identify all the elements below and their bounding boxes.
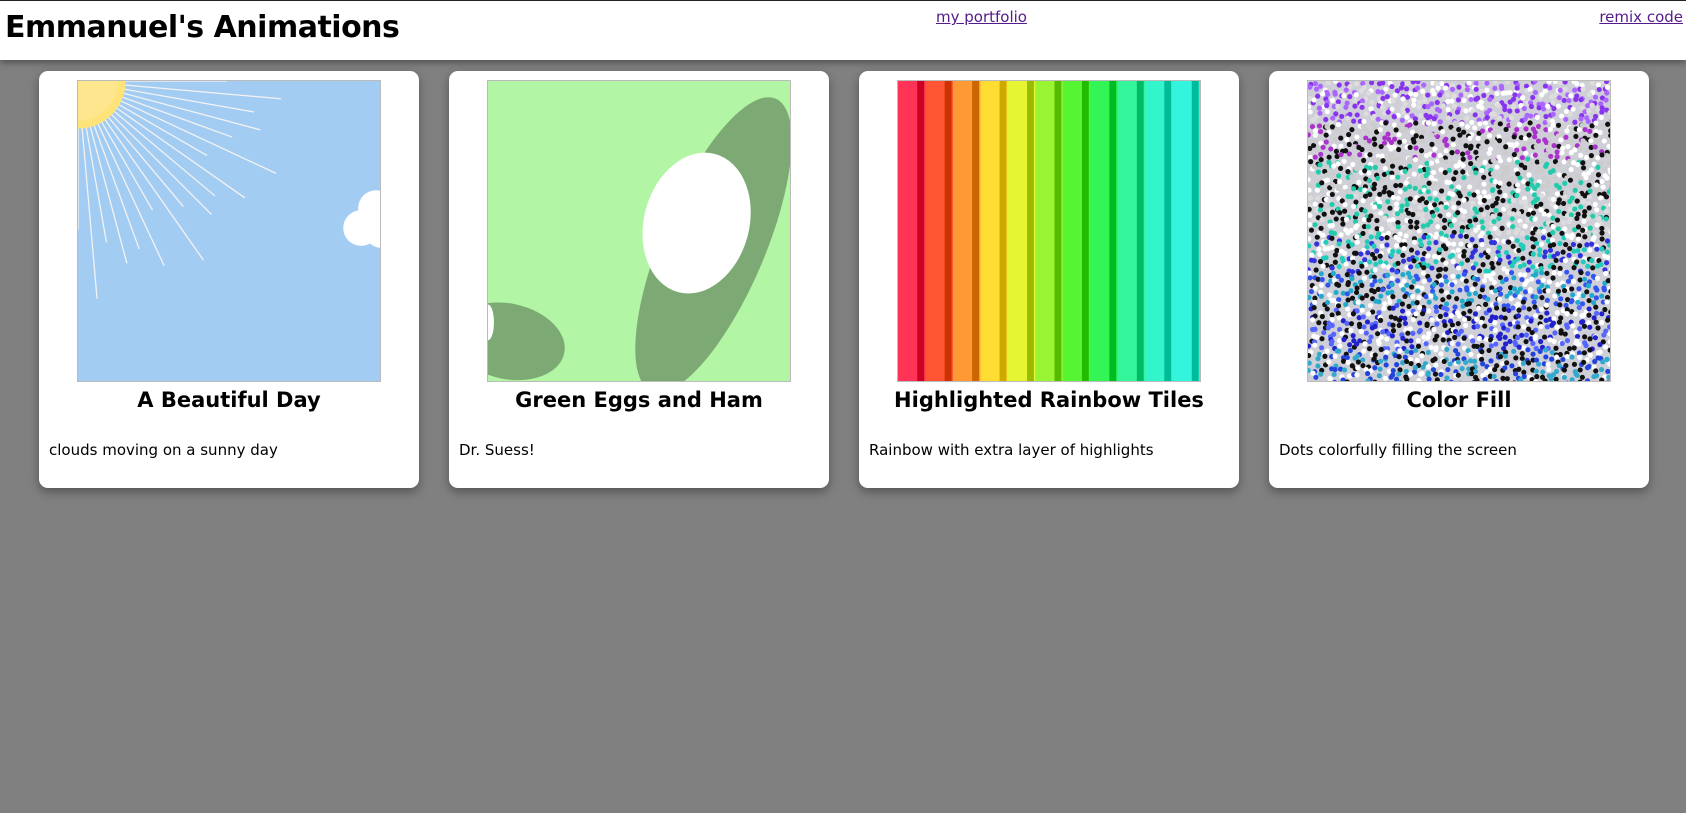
rainbow-tiles-icon[interactable] [897, 80, 1201, 382]
card-title: A Beautiful Day [137, 388, 321, 412]
animation-card[interactable]: A Beautiful Day clouds moving on a sunny… [39, 71, 419, 488]
card-description: clouds moving on a sunny day [49, 441, 278, 459]
green-eggs-icon[interactable] [487, 80, 791, 382]
portfolio-link[interactable]: my portfolio [936, 8, 1027, 26]
animation-card[interactable]: Color Fill Dots colorfully filling the s… [1269, 71, 1649, 488]
card-title: Highlighted Rainbow Tiles [894, 388, 1204, 412]
card-description: Dr. Suess! [459, 441, 535, 459]
animation-card[interactable]: Green Eggs and Ham Dr. Suess! [449, 71, 829, 488]
color-dots-icon[interactable] [1307, 80, 1611, 382]
card-description: Rainbow with extra layer of highlights [869, 441, 1154, 459]
site-header: Emmanuel's Animations my portfolio remix… [0, 0, 1686, 60]
card-title: Green Eggs and Ham [515, 388, 763, 412]
card-description: Dots colorfully filling the screen [1279, 441, 1517, 459]
site-title: Emmanuel's Animations [5, 10, 400, 45]
sunny-sky-icon[interactable] [77, 80, 381, 382]
remix-code-link[interactable]: remix code [1599, 8, 1683, 26]
card-title: Color Fill [1406, 388, 1512, 412]
animation-card[interactable]: Highlighted Rainbow Tiles Rainbow with e… [859, 71, 1239, 488]
